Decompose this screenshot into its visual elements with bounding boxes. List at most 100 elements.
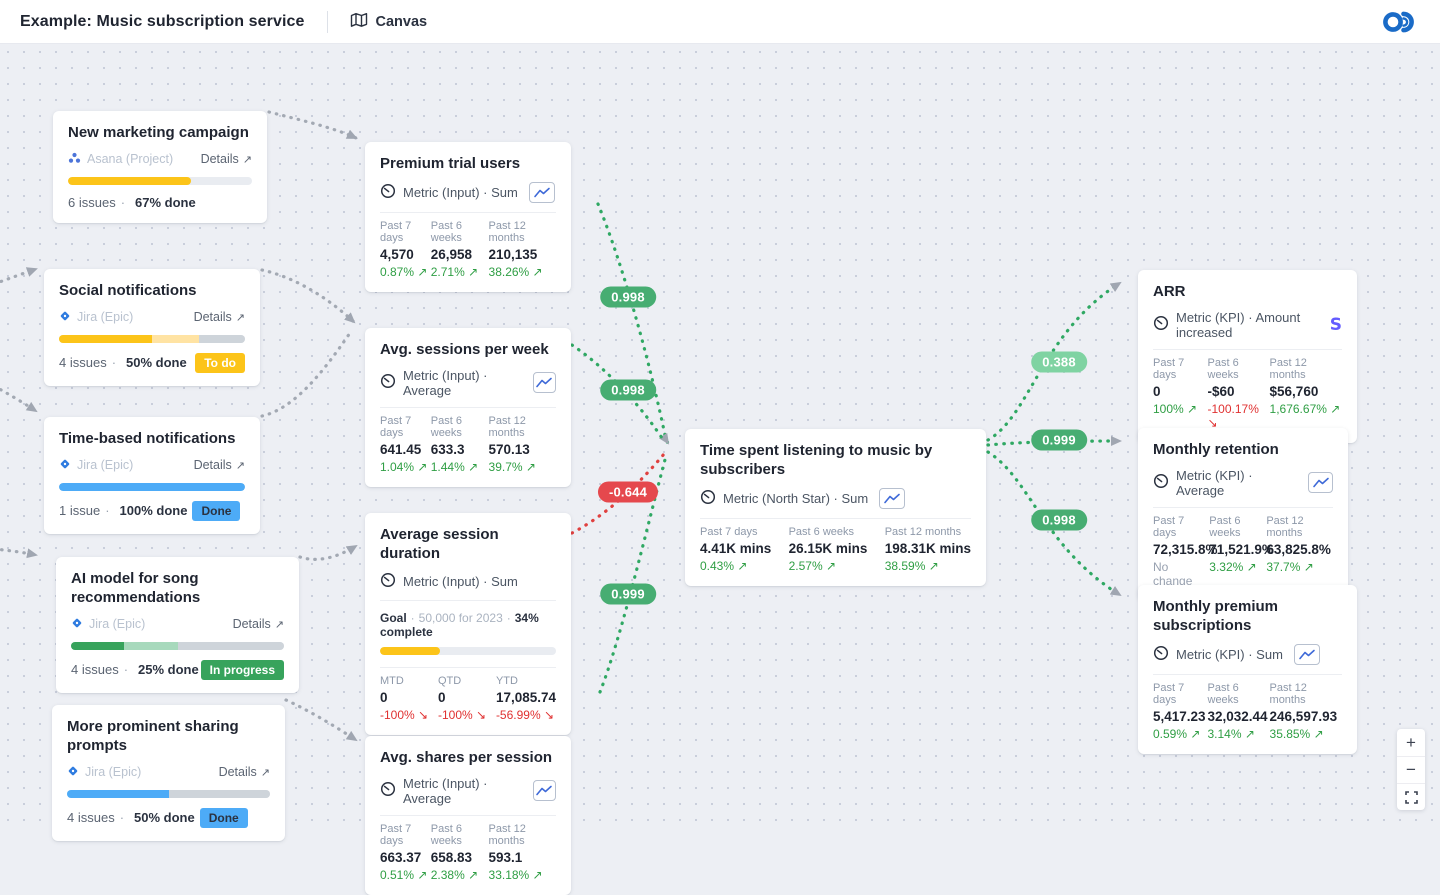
metric-delta: 2.38% ↗	[431, 868, 489, 882]
fit-view-button[interactable]	[1397, 783, 1425, 810]
metric-card-title: ARR	[1153, 283, 1342, 302]
source-label: Jira (Epic)	[77, 458, 133, 472]
work-card[interactable]: More prominent sharing prompts Jira (Epi…	[52, 705, 285, 841]
metric-card[interactable]: Monthly retention Metric (KPI) · Average…	[1138, 428, 1348, 601]
period-label: Past 6 weeks	[431, 823, 489, 847]
metric-delta: -100.17% ↘	[1208, 402, 1270, 430]
metric-card[interactable]: Avg. shares per session Metric (Input) ·…	[365, 736, 571, 895]
metric-card[interactable]: Monthly premium subscriptions Metric (KP…	[1138, 585, 1357, 754]
correlation-badge[interactable]: 0.999	[1031, 430, 1087, 451]
period-label: Past 7 days	[380, 415, 431, 439]
gauge-icon	[380, 781, 396, 800]
issues-count: 4 issues	[59, 355, 107, 370]
period-label: Past 12 months	[1270, 357, 1342, 381]
metric-card[interactable]: Average session duration Metric (Input) …	[365, 513, 571, 735]
correlation-badge[interactable]: 0.388	[1031, 352, 1087, 373]
goal-label: Goal	[380, 611, 407, 625]
goal-row: Goal·50,000 for 2023·34% complete	[380, 611, 556, 639]
status-badge: Done	[200, 808, 248, 828]
fullscreen-icon	[1405, 791, 1418, 804]
jira-icon	[71, 617, 83, 632]
chart-line-icon[interactable]	[879, 488, 905, 509]
chart-line-icon[interactable]	[529, 182, 555, 203]
status-badge: Done	[192, 501, 240, 521]
metric-value: -$60	[1208, 384, 1270, 399]
source-label: Asana (Project)	[87, 152, 173, 166]
progress-bar	[67, 790, 270, 798]
status-badge: To do	[195, 353, 245, 373]
metric-delta: 0.51% ↗	[380, 868, 431, 882]
metric-meta-label: Metric (Input) · Sum	[403, 185, 518, 200]
correlation-badge[interactable]: -0.644	[598, 482, 658, 503]
correlation-badge[interactable]: 0.999	[600, 584, 656, 605]
doubleloop-logo-icon[interactable]	[1380, 9, 1420, 35]
chart-line-icon[interactable]	[533, 372, 556, 393]
north-star-card[interactable]: Time spent listening to music by subscri…	[685, 429, 986, 586]
progress-bar	[59, 335, 245, 343]
chart-line-icon[interactable]	[1294, 644, 1320, 665]
progress-bar	[71, 642, 284, 650]
details-link[interactable]: Details ↗	[194, 310, 245, 324]
period-label: Past 6 weeks	[431, 220, 489, 244]
metric-delta: 2.71% ↗	[431, 265, 489, 279]
metric-value: 246,597.93	[1270, 709, 1342, 724]
canvas-viewport[interactable]: New marketing campaign Asana (Project) D…	[0, 44, 1440, 823]
details-link[interactable]: Details ↗	[219, 765, 270, 779]
header-divider	[327, 11, 328, 33]
work-card[interactable]: New marketing campaign Asana (Project) D…	[53, 111, 267, 223]
work-card[interactable]: Social notifications Jira (Epic) Details…	[44, 269, 260, 386]
done-percent: 50% done	[126, 355, 187, 370]
chart-line-icon[interactable]	[1308, 472, 1333, 493]
metric-card[interactable]: Avg. sessions per week Metric (Input) · …	[365, 328, 571, 487]
chart-line-icon[interactable]	[533, 780, 556, 801]
metric-card[interactable]: ARR Metric (KPI) · Amount increased S Pa…	[1138, 270, 1357, 443]
metric-meta-label: Metric (Input) · Sum	[403, 574, 518, 589]
metric-value: 633.3	[431, 442, 489, 457]
metric-delta: -56.99% ↘	[496, 708, 556, 722]
zoom-out-button[interactable]: −	[1397, 756, 1425, 783]
correlation-badge[interactable]: 0.998	[600, 287, 656, 308]
period-label: Past 7 days	[380, 220, 431, 244]
stripe-icon: S	[1330, 315, 1342, 335]
metric-value: 0	[380, 690, 428, 705]
issues-count: 6 issues	[68, 195, 116, 210]
correlation-badge[interactable]: 0.998	[600, 380, 656, 401]
done-percent: 67% done	[135, 195, 196, 210]
metric-value: $56,760	[1270, 384, 1342, 399]
work-card[interactable]: Time-based notifications Jira (Epic) Det…	[44, 417, 260, 534]
app-header: Example: Music subscription service Canv…	[0, 0, 1440, 44]
gauge-icon	[1153, 473, 1169, 492]
correlation-badge[interactable]: 0.998	[1031, 510, 1087, 531]
external-link-icon: ↗	[243, 153, 252, 166]
zoom-in-button[interactable]: +	[1397, 729, 1425, 756]
period-label: Past 6 weeks	[789, 526, 868, 538]
metric-delta: 3.32% ↗	[1209, 560, 1266, 574]
metric-card[interactable]: Premium trial users Metric (Input) · Sum…	[365, 142, 571, 292]
metric-value: 4.41K mins	[700, 541, 771, 556]
metric-card-title: Avg. shares per session	[380, 749, 556, 768]
work-card[interactable]: AI model for song recommendations Jira (…	[56, 557, 299, 693]
goal-progress-bar	[380, 647, 556, 655]
tab-canvas-label: Canvas	[376, 14, 428, 30]
period-label: Past 12 months	[489, 415, 556, 439]
tab-canvas[interactable]: Canvas	[350, 12, 428, 32]
metric-delta: 1,676.67% ↗	[1270, 402, 1342, 416]
metric-delta: 33.18% ↗	[489, 868, 556, 882]
progress-bar	[68, 177, 252, 185]
metric-value: 26,958	[431, 247, 489, 262]
gauge-icon	[1153, 315, 1169, 334]
details-link[interactable]: Details ↗	[201, 152, 252, 166]
details-link[interactable]: Details ↗	[233, 617, 284, 631]
work-card-title: Time-based notifications	[59, 430, 245, 449]
gauge-icon	[700, 489, 716, 508]
period-label: Past 12 months	[489, 220, 556, 244]
metric-card-title: Avg. sessions per week	[380, 341, 556, 360]
source-label: Jira (Epic)	[77, 310, 133, 324]
period-label: Past 7 days	[1153, 515, 1209, 539]
details-link[interactable]: Details ↗	[194, 458, 245, 472]
metric-delta: 37.7% ↗	[1266, 560, 1333, 574]
metric-value: 17,085.74	[496, 690, 556, 705]
metric-delta: 1.04% ↗	[380, 460, 431, 474]
period-label: Past 6 weeks	[431, 415, 489, 439]
metric-card-title: Time spent listening to music by subscri…	[700, 442, 950, 480]
